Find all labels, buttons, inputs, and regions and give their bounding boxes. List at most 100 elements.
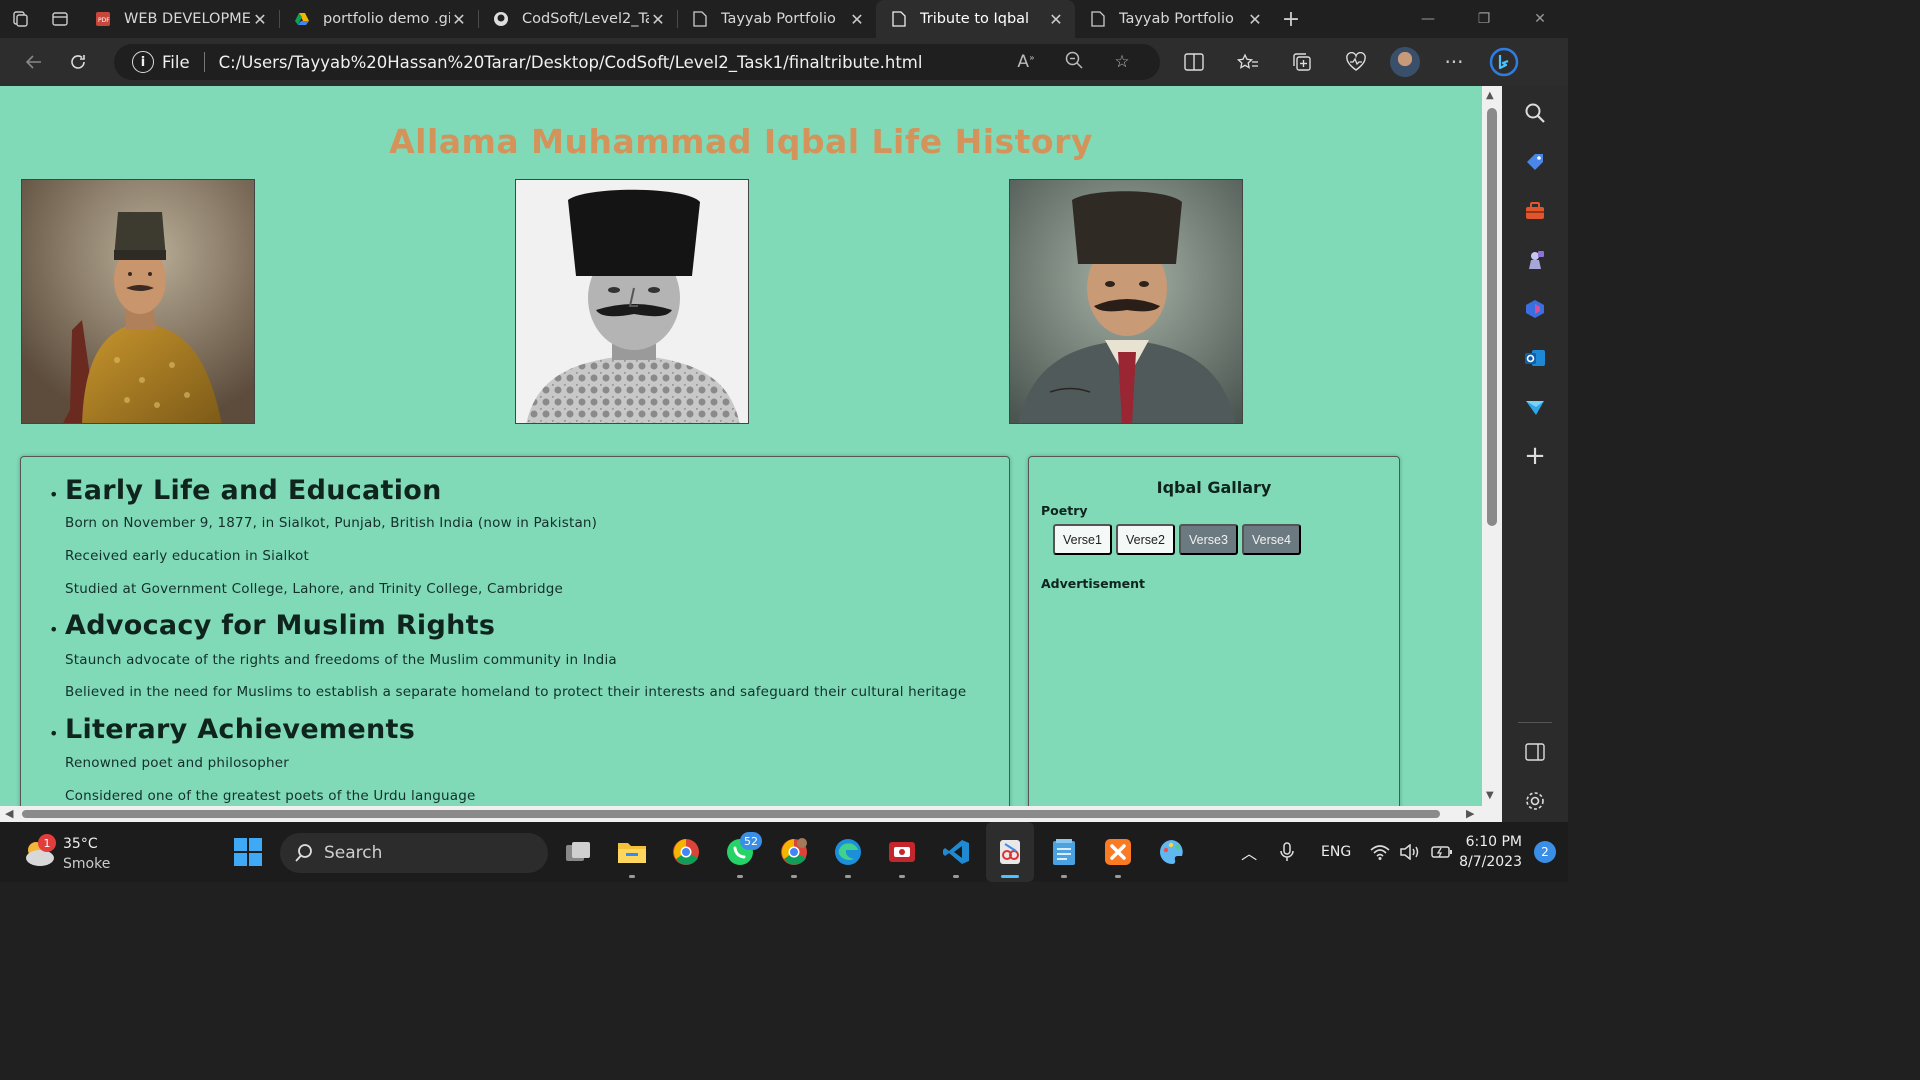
volume-icon[interactable]: [1395, 844, 1425, 860]
split-screen-icon[interactable]: [1172, 42, 1216, 82]
system-tray: ︿ ENG 6:10 PM 8/7/2023 2: [1231, 822, 1568, 882]
tab-web-development[interactable]: PDF WEB DEVELOPMENT ✕: [80, 0, 279, 38]
weather-widget[interactable]: 1 35°C Smoke: [22, 832, 162, 874]
wifi-icon[interactable]: [1365, 844, 1395, 860]
section-line: Staunch advocate of the rights and freed…: [65, 652, 617, 668]
profile-avatar[interactable]: [1390, 47, 1420, 77]
tab-actions-icon[interactable]: [40, 0, 80, 38]
sidebar-search-icon[interactable]: [1502, 88, 1568, 137]
taskbar-snipping-tool[interactable]: [986, 822, 1034, 882]
collections-icon[interactable]: [1280, 42, 1324, 82]
taskbar-chrome[interactable]: [662, 822, 710, 882]
section-line: Received early education in Sialkot: [65, 548, 309, 564]
minimize-icon[interactable]: —: [1400, 0, 1456, 38]
verse1-button[interactable]: Verse1: [1053, 524, 1112, 555]
taskbar-whatsapp[interactable]: 52: [716, 822, 764, 882]
xampp-icon: [1103, 837, 1133, 867]
search-icon: [295, 844, 312, 862]
shopping-tag-icon[interactable]: [1502, 137, 1568, 186]
browser-essentials-icon[interactable]: [1334, 42, 1378, 82]
poetry-label: Poetry: [1041, 503, 1088, 518]
workspaces-icon[interactable]: [0, 0, 40, 38]
scroll-left-icon[interactable]: ◀: [5, 807, 13, 820]
folder-icon: [617, 837, 647, 867]
clock-time: 6:10 PM: [1465, 834, 1522, 850]
back-icon[interactable]: [12, 42, 56, 82]
sidebar-settings-icon[interactable]: [1502, 776, 1568, 825]
more-options-icon[interactable]: ···: [1432, 42, 1476, 82]
close-tab-icon[interactable]: ✕: [450, 10, 468, 29]
close-tab-icon[interactable]: ✕: [1047, 10, 1065, 29]
verse4-button[interactable]: Verse4: [1242, 524, 1301, 555]
running-indicator: [899, 875, 905, 878]
scroll-up-icon[interactable]: ▲: [1486, 90, 1494, 101]
tab-portfolio-demo[interactable]: portfolio demo .gif ✕: [279, 0, 478, 38]
taskbar-paint[interactable]: [1148, 822, 1196, 882]
bullet: •: [49, 485, 59, 504]
tab-codsoft-github[interactable]: CodSoft/Level2_Task1 ✕: [478, 0, 677, 38]
start-button[interactable]: [224, 822, 272, 882]
section-line: Believed in the need for Muslims to esta…: [65, 684, 967, 700]
horizontal-scroll-thumb[interactable]: [22, 810, 1440, 818]
task-view-button[interactable]: [554, 822, 602, 882]
tab-tayyab-portfolio[interactable]: Tayyab Portfolio ✕: [677, 0, 876, 38]
battery-icon[interactable]: [1425, 845, 1459, 859]
language-indicator[interactable]: ENG: [1307, 844, 1365, 860]
close-window-icon[interactable]: ✕: [1512, 0, 1568, 38]
taskbar-notepad[interactable]: [1040, 822, 1088, 882]
new-tab-button[interactable]: +: [1274, 0, 1308, 38]
favorites-icon[interactable]: [1226, 42, 1270, 82]
refresh-icon[interactable]: [56, 42, 100, 82]
notifications-badge[interactable]: 2: [1534, 841, 1556, 863]
zoom-icon[interactable]: [1050, 51, 1098, 74]
tab-tribute-to-iqbal[interactable]: Tribute to Iqbal ✕: [876, 0, 1075, 38]
tab-tayyab-portfolio-2[interactable]: Tayyab Portfolio ✕: [1075, 0, 1274, 38]
taskbar-xampp[interactable]: [1094, 822, 1142, 882]
close-tab-icon[interactable]: ✕: [649, 10, 667, 29]
recorder-icon: [887, 837, 917, 867]
games-icon[interactable]: [1502, 235, 1568, 284]
vertical-scrollbar[interactable]: ▲ ▼: [1482, 86, 1502, 806]
taskbar-vscode[interactable]: [932, 822, 980, 882]
close-tab-icon[interactable]: ✕: [1246, 10, 1264, 29]
close-tab-icon[interactable]: ✕: [848, 10, 866, 29]
search-label: Search: [324, 843, 383, 863]
taskbar-screen-recorder[interactable]: [878, 822, 926, 882]
clock[interactable]: 6:10 PM 8/7/2023: [1459, 832, 1522, 872]
section-line: Born on November 9, 1877, in Sialkot, Pu…: [65, 515, 598, 531]
edge-sidebar: +: [1502, 86, 1568, 822]
gallery-card: Iqbal Gallary Poetry Verse1 Verse2 Verse…: [1028, 456, 1400, 806]
show-hidden-icons-icon[interactable]: ︿: [1231, 840, 1267, 864]
hide-sidebar-icon[interactable]: [1502, 727, 1568, 776]
read-aloud-icon[interactable]: A»: [1002, 52, 1050, 72]
scroll-right-icon[interactable]: ▶: [1466, 807, 1474, 820]
microphone-icon[interactable]: [1267, 842, 1307, 862]
tools-briefcase-icon[interactable]: [1502, 186, 1568, 235]
url-text[interactable]: C:/Users/Tayyab%20Hassan%20Tarar/Desktop…: [219, 53, 1002, 72]
running-indicator: [1001, 875, 1019, 878]
microsoft-365-icon[interactable]: [1502, 284, 1568, 333]
scroll-down-icon[interactable]: ▼: [1486, 790, 1494, 801]
taskbar-chrome-profile[interactable]: [770, 822, 818, 882]
info-icon[interactable]: i: [132, 51, 154, 73]
outlook-icon[interactable]: [1502, 333, 1568, 382]
verse3-button[interactable]: Verse3: [1179, 524, 1238, 555]
restore-icon[interactable]: ❐: [1456, 0, 1512, 38]
life-history-card: • Early Life and Education Born on Novem…: [20, 456, 1010, 806]
bing-chat-icon[interactable]: [1484, 42, 1524, 82]
running-indicator: [791, 875, 797, 878]
taskbar-search[interactable]: Search: [280, 833, 548, 873]
vertical-scroll-thumb[interactable]: [1487, 108, 1497, 526]
address-bar[interactable]: i File C:/Users/Tayyab%20Hassan%20Tarar/…: [114, 44, 1160, 80]
add-sidebar-app-icon[interactable]: +: [1502, 431, 1568, 480]
close-tab-icon[interactable]: ✕: [251, 10, 269, 29]
drop-send-icon[interactable]: [1502, 382, 1568, 431]
taskbar-file-explorer[interactable]: [608, 822, 656, 882]
horizontal-scrollbar[interactable]: ◀ ▶: [0, 806, 1482, 822]
taskbar-edge[interactable]: [824, 822, 872, 882]
sidebar-bottom: [1502, 718, 1568, 825]
favorite-star-icon[interactable]: ☆: [1098, 52, 1146, 72]
verse2-button[interactable]: Verse2: [1116, 524, 1175, 555]
weather-condition: Smoke: [63, 856, 111, 872]
section-line: Renowned poet and philosopher: [65, 755, 290, 771]
